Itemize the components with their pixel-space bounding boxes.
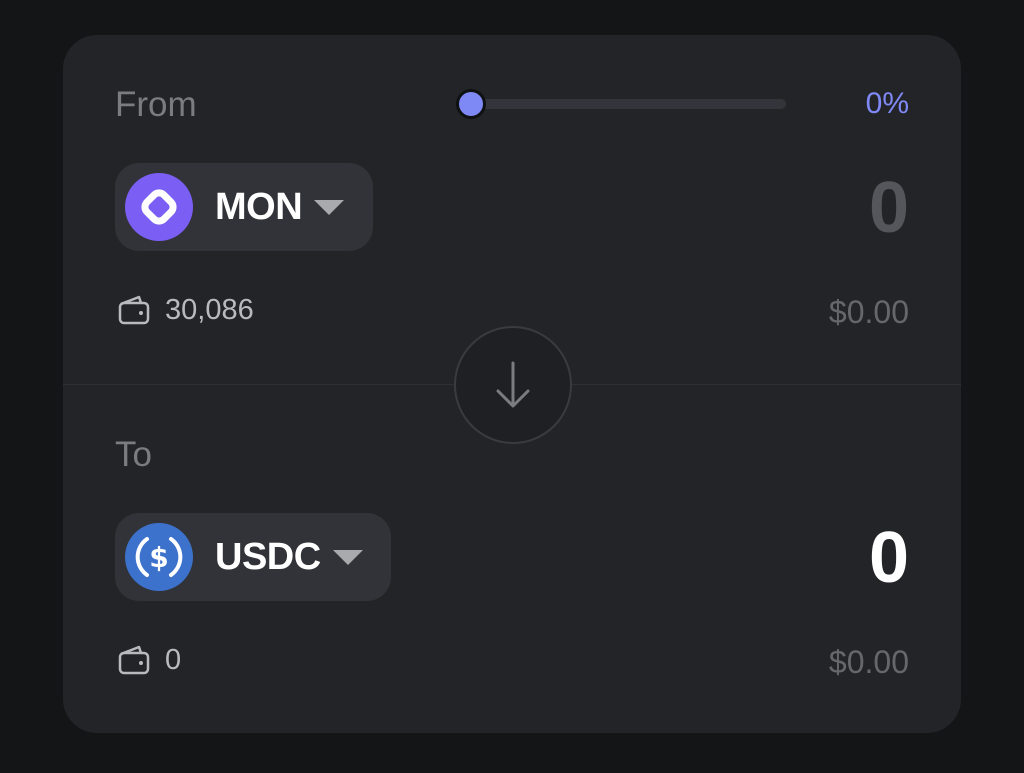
svg-text:$: $ — [149, 541, 168, 574]
from-token-symbol: MON — [215, 185, 303, 228]
from-label: From — [115, 85, 197, 124]
from-balance: 30,086 — [117, 293, 254, 327]
to-token-selector[interactable]: $ USDC — [115, 513, 391, 601]
amount-percent-slider[interactable] — [456, 89, 786, 119]
to-usd-value: $0.00 — [828, 644, 909, 680]
swap-card: From 0% MON 30,086 $0.00 To — [63, 35, 961, 733]
to-balance: 0 — [117, 643, 181, 677]
arrow-down-icon — [496, 361, 530, 408]
usdc-icon: $ — [125, 523, 193, 591]
wallet-icon — [118, 645, 150, 675]
to-balance-value: 0 — [165, 643, 182, 676]
percent-value: 0% — [865, 87, 909, 120]
to-label: To — [115, 435, 152, 474]
slider-track[interactable] — [466, 99, 786, 109]
monad-icon — [125, 173, 193, 241]
from-usd-value: $0.00 — [828, 294, 909, 330]
from-token-selector[interactable]: MON — [115, 163, 373, 251]
slider-thumb[interactable] — [456, 89, 486, 119]
to-token-symbol: USDC — [215, 535, 321, 578]
chevron-down-icon — [314, 199, 345, 215]
from-amount-input[interactable] — [609, 167, 909, 249]
to-amount-input[interactable] — [609, 517, 909, 599]
from-balance-value: 30,086 — [165, 293, 254, 326]
swap-direction-button[interactable] — [454, 326, 572, 444]
wallet-icon — [118, 295, 150, 325]
chevron-down-icon — [332, 549, 363, 565]
